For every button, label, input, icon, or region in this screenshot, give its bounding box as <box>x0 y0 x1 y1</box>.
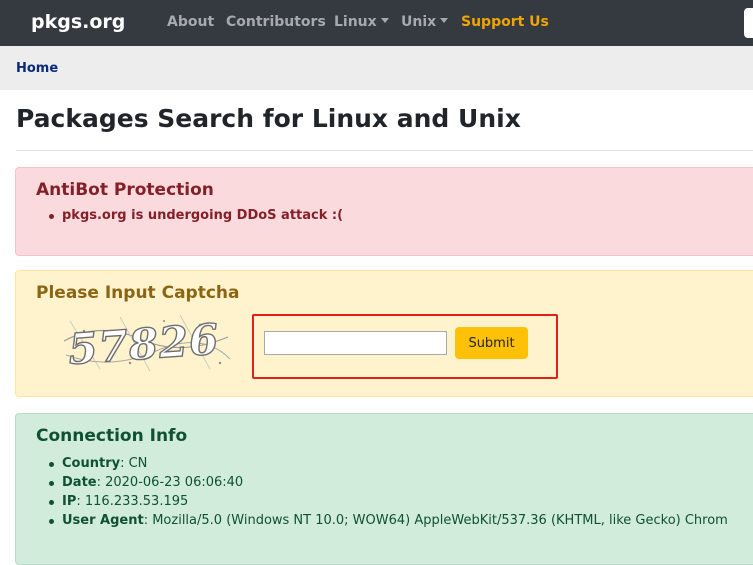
nav-contributors[interactable]: Contributors <box>226 14 326 30</box>
antibot-alert: AntiBot Protection pkgs.org is undergoin… <box>15 167 753 256</box>
navbar-search-input[interactable] <box>744 8 753 38</box>
country-label: Country <box>62 456 121 471</box>
user-agent-value: : Mozilla/5.0 (Windows NT 10.0; WOW64) A… <box>143 513 728 528</box>
ip-label: IP <box>62 494 77 509</box>
captcha-input[interactable] <box>264 331 447 355</box>
nav-about[interactable]: About <box>167 14 214 30</box>
list-item-user-agent: User Agent: Mozilla/5.0 (Windows NT 10.0… <box>49 513 728 528</box>
breadcrumb: Home <box>0 46 753 90</box>
list-item-country: Country: CN <box>48 456 148 471</box>
nav-contributors-label: Contributors <box>226 14 326 30</box>
date-value: : 2020-06-23 06:06:40 <box>96 475 244 490</box>
connection-heading: Connection Info <box>36 426 188 446</box>
user-agent-label: User Agent <box>62 513 144 528</box>
captcha-image: 57826 <box>60 311 232 375</box>
list-item-date: Date: 2020-06-23 06:06:40 <box>48 475 244 490</box>
country-value: : CN <box>120 456 148 471</box>
captcha-text: 57826 <box>67 315 221 373</box>
breadcrumb-home-link[interactable]: Home <box>16 61 58 76</box>
nav-about-label: About <box>167 14 215 30</box>
nav-unix-dropdown[interactable]: Unix <box>401 14 449 30</box>
brand-logo[interactable]: pkgs.org <box>31 11 125 33</box>
captcha-heading: Please Input Captcha <box>36 283 240 303</box>
nav-support-label: Support Us <box>461 14 549 30</box>
nav-linux-dropdown[interactable]: Linux <box>334 14 389 30</box>
antibot-heading: AntiBot Protection <box>36 180 214 200</box>
antibot-message: pkgs.org is undergoing DDoS attack :( <box>48 208 344 223</box>
caret-down-icon <box>380 18 389 23</box>
title-divider <box>16 150 753 151</box>
date-label: Date <box>62 475 97 490</box>
list-item-ip: IP: 116.233.53.195 <box>48 494 189 509</box>
caret-down-icon <box>440 18 449 23</box>
page-title: Packages Search for Linux and Unix <box>16 104 521 133</box>
connection-info-alert: Connection Info Country: CN Date: 2020-0… <box>15 413 753 565</box>
nav-unix-label: Unix <box>401 14 437 30</box>
nav-support-us[interactable]: Support Us <box>461 14 549 30</box>
submit-button[interactable]: Submit <box>455 327 528 359</box>
nav-linux-label: Linux <box>334 14 377 30</box>
top-navbar: pkgs.org About Contributors Linux Unix S… <box>0 0 753 46</box>
ip-value: : 116.233.53.195 <box>76 494 189 509</box>
